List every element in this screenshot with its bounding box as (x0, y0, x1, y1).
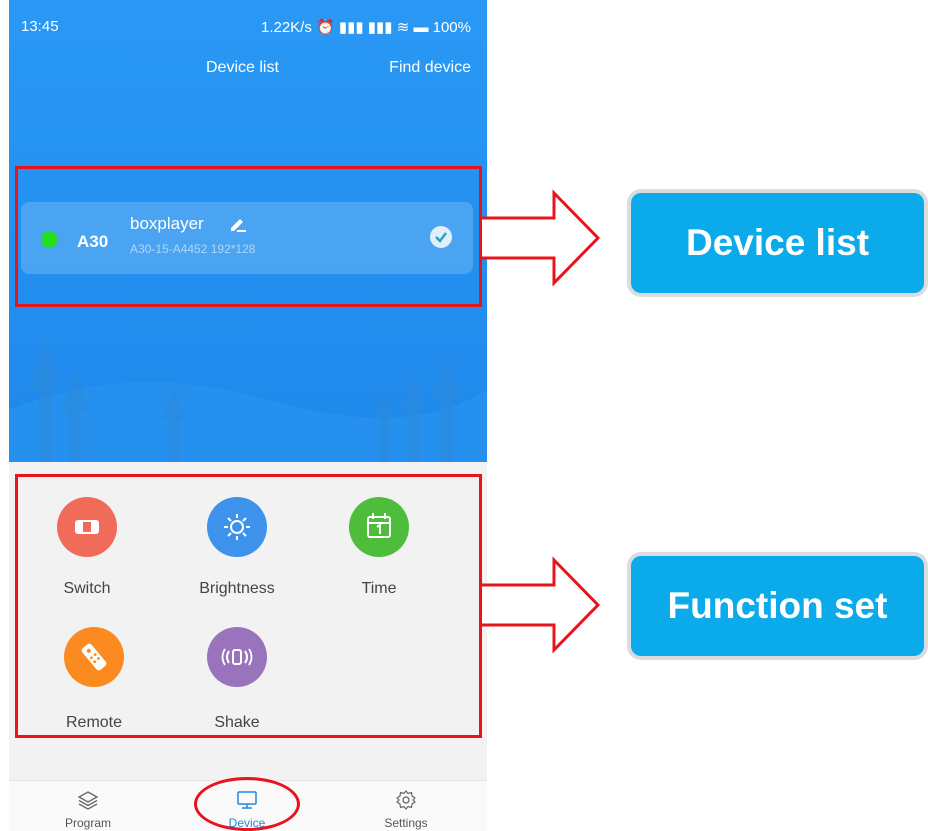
function-set-highlight-box (15, 474, 482, 738)
forest-background-illustration (9, 340, 487, 462)
tab-program[interactable]: Program (28, 781, 148, 831)
layers-icon (77, 791, 99, 810)
arrow-to-device-list-icon (482, 189, 601, 287)
status-indicators: 1.22K/s ⏰ ▮▮▮ ▮▮▮ ≋ ▬ 100% (260, 19, 471, 36)
find-device-button[interactable]: Find device (389, 59, 471, 77)
device-list-callout: Device list (631, 193, 924, 293)
page-title: Device list (206, 59, 279, 76)
tab-settings-label: Settings (384, 816, 428, 830)
device-list-highlight-box (15, 166, 482, 307)
tab-program-label: Program (64, 816, 111, 830)
device-tab-highlight-ellipse (194, 777, 300, 831)
status-bar: 13:45 1.22K/s ⏰ ▮▮▮ ▮▮▮ ≋ ▬ 100% (9, 0, 487, 40)
gear-icon (396, 790, 416, 810)
function-set-callout: Function set (631, 556, 924, 656)
tab-settings[interactable]: Settings (346, 781, 466, 831)
status-time: 13:45 (21, 18, 59, 35)
arrow-to-function-set-icon (482, 556, 601, 654)
